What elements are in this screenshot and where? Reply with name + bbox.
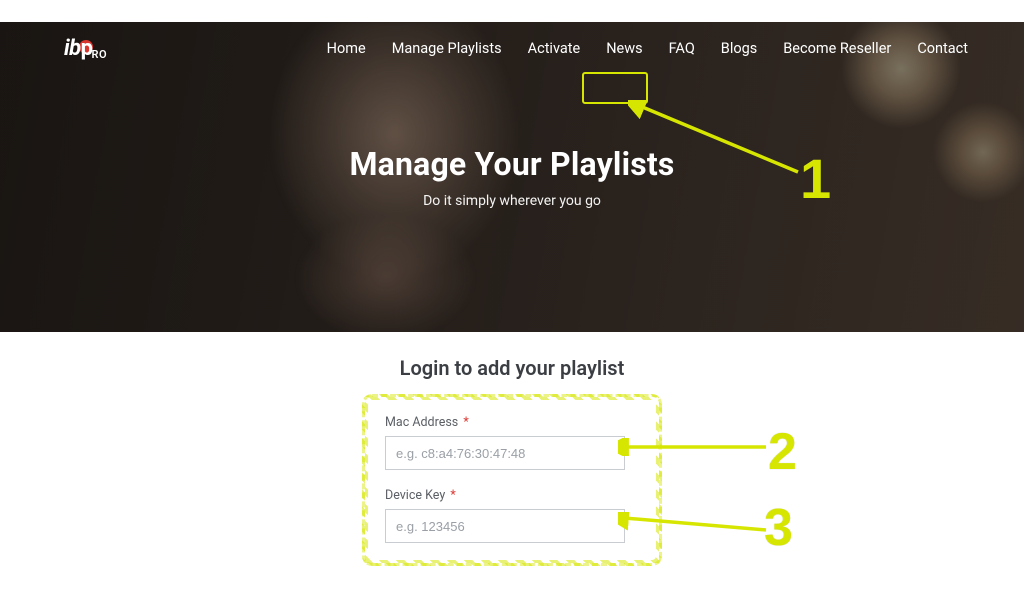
login-title: Login to add your playlist [0,356,1024,380]
nav-faq[interactable]: FAQ [667,34,697,63]
brand-logo[interactable]: ibpRO [64,38,107,60]
field-group-mac: Mac Address * [385,415,639,470]
nav-activate[interactable]: Activate [526,34,583,63]
main-nav: Home Manage Playlists Activate News FAQ … [325,34,970,63]
hero-subtitle: Do it simply wherever you go [0,193,1024,209]
login-form-box: Mac Address * Device Key * [362,394,662,566]
field-group-key: Device Key * [385,488,639,543]
nav-manage-playlists[interactable]: Manage Playlists [390,34,504,63]
nav-become-reseller[interactable]: Become Reseller [781,34,893,63]
device-key-label: Device Key * [385,488,639,503]
required-asterisk: * [450,488,455,503]
nav-home[interactable]: Home [325,34,368,63]
hero-banner: ibpRO Home Manage Playlists Activate New… [0,22,1024,332]
logo-text-ro: RO [92,49,108,60]
nav-blogs[interactable]: Blogs [719,34,759,63]
hero-title: Manage Your Playlists [0,145,1024,183]
mac-address-label: Mac Address * [385,415,639,430]
logo-text-ib: ib [64,38,81,60]
top-bar: ibpRO Home Manage Playlists Activate New… [0,22,1024,63]
logo-text-p: p [81,38,93,60]
nav-contact[interactable]: Contact [915,34,970,63]
mac-address-label-text: Mac Address [385,415,458,430]
hero-center: Manage Your Playlists Do it simply where… [0,145,1024,209]
nav-news[interactable]: News [604,34,644,63]
required-asterisk: * [463,415,468,430]
mac-address-input[interactable] [385,436,625,470]
device-key-label-text: Device Key [385,488,445,503]
login-section: Login to add your playlist Mac Address *… [0,332,1024,566]
annotation-box-1 [582,72,648,104]
device-key-input[interactable] [385,509,625,543]
